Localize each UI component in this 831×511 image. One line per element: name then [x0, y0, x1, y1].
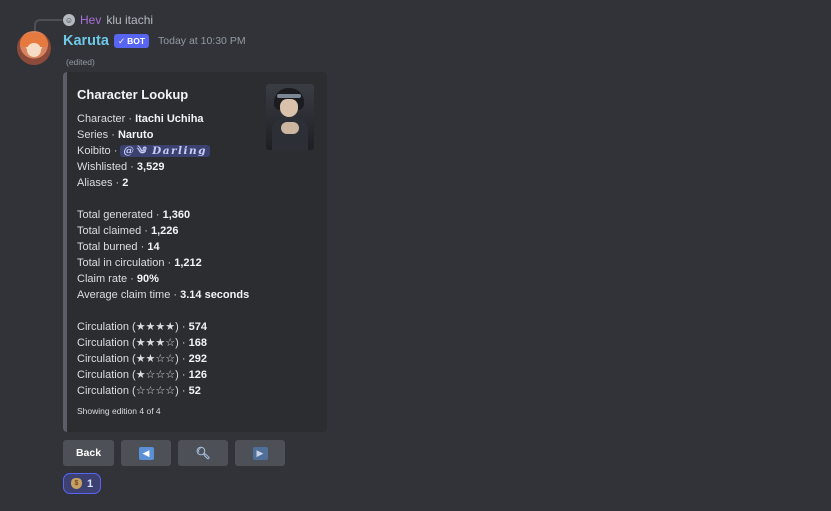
search-button[interactable]: 🔍︎: [178, 440, 228, 466]
star-rating-icon: (☆☆☆☆): [132, 385, 179, 397]
left-arrow-icon: ◀: [138, 446, 154, 460]
reply-avatar-icon[interactable]: ☺: [63, 14, 75, 26]
star-rating-icon: (★☆☆☆): [132, 369, 179, 381]
stat-average-claim-time: Average claim time · 3.14 seconds: [77, 289, 250, 301]
reply-username[interactable]: Hev: [80, 13, 101, 27]
stat-claim-rate: Claim rate · 90%: [77, 273, 159, 285]
embed-card: Character Lookup Character · Itachi Uchi…: [63, 72, 327, 432]
bot-badge: ✓ BOT: [113, 34, 150, 48]
character-thumbnail[interactable]: [266, 84, 314, 150]
right-arrow-icon: ▶: [252, 446, 268, 460]
circulation-row: Circulation (★★★☆) · 168: [77, 337, 207, 349]
circulation-row: Circulation (★★★★) · 574: [77, 321, 207, 333]
field-character: Character · Itachi Uchiha: [77, 113, 204, 125]
field-aliases: Aliases · 2: [77, 177, 129, 189]
stat-total-burned: Total burned · 14: [77, 241, 160, 253]
reply-reference[interactable]: ☺ Hev klu itachi: [63, 13, 153, 27]
money-bag-icon: $: [70, 478, 82, 489]
star-rating-icon: (★★★☆): [132, 337, 179, 349]
reaction-count: 1: [86, 477, 94, 490]
embed-title: Character Lookup: [77, 87, 189, 102]
embed-footer: Showing edition 4 of 4: [77, 406, 161, 416]
circulation-row: Circulation (★★☆☆) · 292: [77, 353, 207, 365]
stat-total-claimed: Total claimed · 1,226: [77, 225, 179, 237]
timestamp[interactable]: Today at 10:30 PM: [158, 35, 246, 47]
back-button-label: Back: [75, 447, 102, 459]
username[interactable]: Karuta: [63, 33, 109, 49]
circulation-row: Circulation (★☆☆☆) · 126: [77, 369, 207, 381]
star-rating-icon: (★★★★): [132, 321, 179, 333]
stat-total-generated: Total generated · 1,360: [77, 209, 191, 221]
stat-total-in-circulation: Total in circulation · 1,212: [77, 257, 202, 269]
embed-accent-bar: [63, 72, 67, 432]
back-button[interactable]: Back: [63, 440, 114, 466]
next-button[interactable]: ▶: [235, 440, 285, 466]
field-wishlisted: Wishlisted · 3,529: [77, 161, 165, 173]
koibito-mention[interactable]: @༄ Darling: [120, 145, 210, 157]
star-rating-icon: (★★☆☆): [132, 353, 179, 365]
bot-tag-label: BOT: [127, 36, 146, 46]
avatar[interactable]: [17, 31, 51, 65]
field-koibito: Koibito · @༄ Darling: [77, 144, 210, 158]
message-header: Karuta ✓ BOT Today at 10:30 PM: [63, 32, 246, 50]
field-series: Series · Naruto: [77, 129, 154, 141]
search-icon: 🔍︎: [195, 446, 211, 460]
circulation-row: Circulation (☆☆☆☆) · 52: [77, 385, 201, 397]
reply-text[interactable]: klu itachi: [106, 13, 153, 27]
check-icon: ✓: [117, 36, 126, 46]
discord-message-view: ☺ Hev klu itachi Karuta ✓ BOT Today at 1…: [0, 0, 831, 511]
reaction-money-bag[interactable]: $ 1: [63, 473, 101, 494]
previous-button[interactable]: ◀: [121, 440, 171, 466]
edited-label: (edited): [66, 57, 95, 67]
